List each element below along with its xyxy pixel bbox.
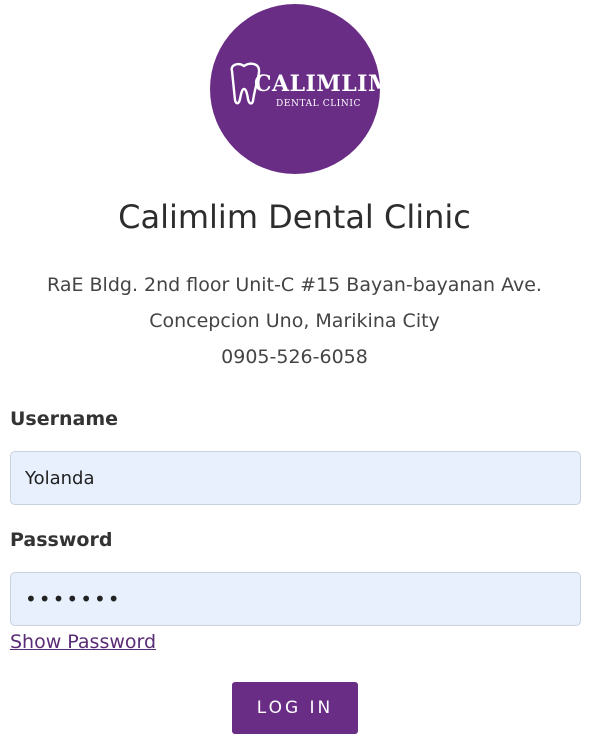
password-label: Password <box>10 529 113 551</box>
clinic-logo: CALIMLIM DENTAL CLINIC <box>210 4 392 174</box>
show-password-link[interactable]: Show Password <box>10 631 156 653</box>
username-label: Username <box>10 408 119 430</box>
address-line-1: RaE Bldg. 2nd floor Unit-C #15 Bayan-bay… <box>47 274 542 296</box>
logo-subtitle: DENTAL CLINIC <box>276 99 362 109</box>
login-button[interactable]: LOG IN <box>232 682 358 734</box>
phone-number: 0905-526-6058 <box>221 346 368 368</box>
logo-wordmark: CALIMLIM <box>254 71 393 97</box>
password-input[interactable] <box>10 572 581 626</box>
logo-mark: CALIMLIM DENTAL CLINIC <box>220 59 392 119</box>
address-line-2: Concepcion Uno, Marikina City <box>149 310 440 332</box>
username-input[interactable] <box>10 451 581 505</box>
page-title: Calimlim Dental Clinic <box>118 198 471 236</box>
